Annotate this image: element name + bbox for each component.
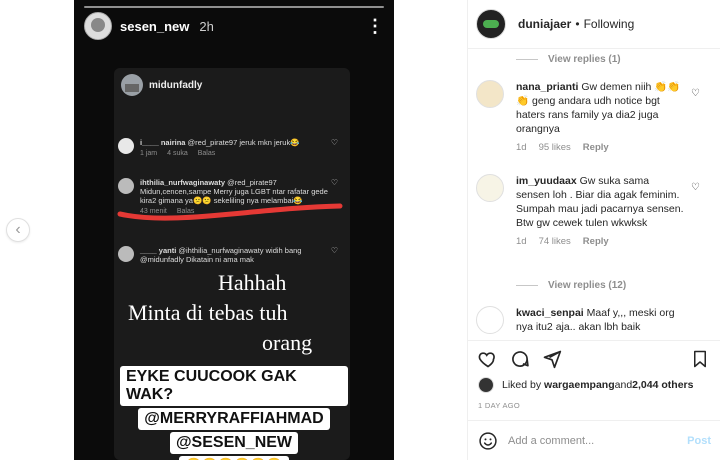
- author-username[interactable]: duniajaer: [518, 17, 571, 31]
- comment-avatar: [118, 178, 134, 194]
- share-icon[interactable]: [542, 349, 562, 369]
- comment-avatar: [118, 246, 134, 262]
- view-replies-label: View replies (1): [548, 54, 621, 65]
- story-viewer: sesen_new 2h ⋮ midunfadly i____ nairina …: [74, 0, 394, 460]
- comment-item: kwaci_senpai Maaf y,,, meski org nya itu…: [476, 306, 706, 334]
- post-button[interactable]: Post: [687, 435, 711, 447]
- sticker-emoji: 😂😂😂😂😂😂: [179, 456, 289, 460]
- comment-user: i____ nairina: [140, 138, 186, 147]
- following-button[interactable]: Following: [584, 17, 635, 31]
- liked-by-and: and: [614, 379, 633, 391]
- view-replies-label: View replies (12): [548, 280, 627, 291]
- previous-post-button[interactable]: ‹: [6, 218, 30, 242]
- add-comment-input[interactable]: Add a comment...: [508, 435, 594, 447]
- overlay-text: Minta di tebas tuh: [128, 300, 288, 325]
- post-header: duniajaer • Following: [468, 0, 720, 49]
- overlay-text: Hahhah: [218, 270, 287, 295]
- sticker-line: EYKE CUUCOOK GAK WAK?: [120, 366, 348, 406]
- reply-button[interactable]: Reply: [583, 236, 609, 247]
- liked-by-user[interactable]: wargaempang: [544, 379, 615, 391]
- comment-item: im_yuudaax Gw suka sama sensen loh . Bia…: [476, 174, 706, 247]
- replies-dash: [516, 58, 538, 60]
- red-underline-mark: [117, 203, 343, 221]
- heart-icon[interactable]: [478, 349, 498, 369]
- heart-icon[interactable]: ♡: [691, 182, 700, 193]
- story-avatar[interactable]: [84, 12, 112, 40]
- card-avatar: [121, 74, 143, 96]
- commenter-username[interactable]: kwaci_senpai: [516, 307, 584, 319]
- heart-icon: ♡: [330, 178, 338, 187]
- liked-by: Liked by wargaempang and 2,044 others: [478, 377, 693, 393]
- liker-avatar[interactable]: [478, 377, 494, 393]
- comment-time: 1 jam: [140, 150, 158, 157]
- heart-icon: ♡: [330, 246, 338, 255]
- chevron-left-icon: ‹: [15, 221, 21, 238]
- comment-likes[interactable]: 95 likes: [539, 142, 571, 153]
- post-side-panel: duniajaer • Following View replies (1) n…: [467, 0, 720, 460]
- card-header: midunfadly: [121, 74, 202, 96]
- card-comment: ____ yanti @ihthilia_nurfwaginawaty widi…: [118, 246, 338, 264]
- heart-icon[interactable]: ♡: [691, 88, 700, 99]
- add-comment-bar: Add a comment... Post: [468, 420, 720, 461]
- commenter-username[interactable]: im_yuudaax: [516, 175, 577, 187]
- story-progress-bar: [84, 6, 384, 8]
- comment-item: nana_prianti Gw demen niih 👏👏👏 geng anda…: [476, 80, 706, 153]
- comment-user: ihthilia_nurfwaginawaty: [140, 178, 226, 187]
- card-username: midunfadly: [149, 79, 203, 91]
- comment-user: ____ yanti: [140, 246, 177, 255]
- commenter-avatar[interactable]: [476, 306, 504, 334]
- comment-avatar: [118, 138, 134, 154]
- likes-count[interactable]: 2,044 others: [632, 379, 693, 391]
- heart-icon: ♡: [330, 138, 338, 147]
- story-time: 2h: [199, 18, 214, 34]
- comment-icon[interactable]: [510, 349, 530, 369]
- commenter-avatar[interactable]: [476, 174, 504, 202]
- story-header: sesen_new 2h ⋮: [84, 12, 384, 40]
- emoji-icon[interactable]: [478, 431, 498, 451]
- liked-by-prefix: Liked by: [502, 379, 542, 391]
- comment-text: @red_pirate97 jeruk mkn jeruk😂: [187, 138, 300, 147]
- author-avatar[interactable]: [476, 9, 506, 39]
- comment-reply: Balas: [197, 150, 216, 157]
- comment-time: 1d: [516, 142, 527, 153]
- bookmark-icon[interactable]: [691, 349, 709, 369]
- sticker-line: @MERRYRAFFIAHMAD: [138, 408, 330, 430]
- overlay-text: orang: [262, 330, 313, 355]
- replies-dash: [516, 284, 538, 286]
- reply-button[interactable]: Reply: [583, 142, 609, 153]
- commenter-avatar[interactable]: [476, 80, 504, 108]
- separator-dot: •: [575, 17, 580, 31]
- card-comment: i____ nairina @red_pirate97 jeruk mkn je…: [118, 138, 338, 158]
- comment-time: 1d: [516, 236, 527, 247]
- comment-likes[interactable]: 74 likes: [539, 236, 571, 247]
- view-replies-button[interactable]: View replies (1): [516, 54, 621, 65]
- sticker-line: @SESEN_NEW: [169, 432, 299, 454]
- comment-likes: 4 suka: [167, 150, 188, 157]
- post-actions: Liked by wargaempang and 2,044 others 1 …: [468, 340, 720, 411]
- story-username[interactable]: sesen_new: [120, 19, 189, 34]
- post-date: 1 DAY AGO: [478, 401, 521, 410]
- more-options-icon[interactable]: ⋮: [366, 17, 384, 35]
- text-sticker: EYKE CUUCOOK GAK WAK? @MERRYRAFFIAHMAD @…: [120, 366, 348, 460]
- commenter-username[interactable]: nana_prianti: [516, 81, 578, 93]
- view-replies-button[interactable]: View replies (12): [516, 280, 626, 291]
